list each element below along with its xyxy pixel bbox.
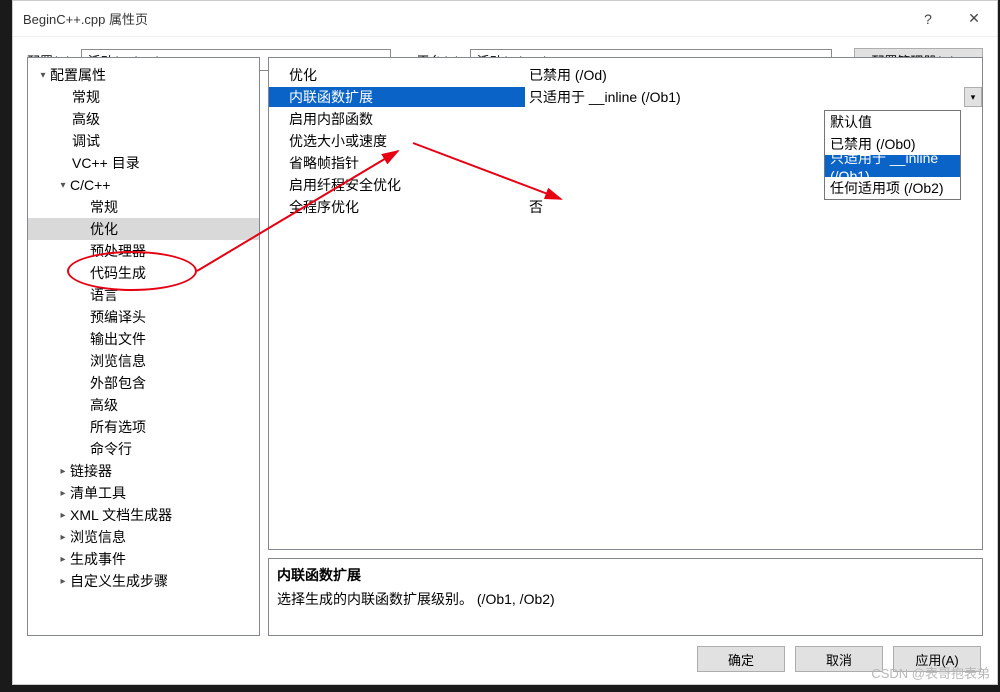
expand-icon[interactable]: ▸ [56, 510, 70, 521]
chevron-down-icon: ▾ [971, 92, 976, 103]
inline-dropdown[interactable]: 默认值 已禁用 (/Ob0) 只适用于 __inline (/Ob1) 任何适用… [824, 110, 961, 200]
tree-item[interactable]: 高级 [28, 108, 259, 130]
expand-icon[interactable]: ▸ [56, 554, 70, 565]
tree-item[interactable]: ▸XML 文档生成器 [28, 504, 259, 526]
grid-row-inline[interactable]: 内联函数扩展 只适用于 __inline (/Ob1) ▾ [269, 86, 982, 108]
tree-item[interactable]: 语言 [28, 284, 259, 306]
tree-item[interactable]: 调试 [28, 130, 259, 152]
tree-item[interactable]: 浏览信息 [28, 350, 259, 372]
tree-item[interactable]: 预编译头 [28, 306, 259, 328]
tree-item[interactable]: 所有选项 [28, 416, 259, 438]
tree-item[interactable]: 外部包含 [28, 372, 259, 394]
description-title: 内联函数扩展 [277, 565, 974, 585]
tree-item[interactable]: ▸生成事件 [28, 548, 259, 570]
tree-item-optimization[interactable]: 优化 [28, 218, 259, 240]
tree-item[interactable]: 高级 [28, 394, 259, 416]
expand-icon[interactable]: ▸ [56, 488, 70, 499]
dialog-footer: 确定 取消 应用(A) [13, 646, 997, 676]
expand-icon[interactable]: ▸ [56, 576, 70, 587]
dropdown-option[interactable]: 默认值 [825, 111, 960, 133]
collapse-icon[interactable]: ▾ [36, 70, 50, 81]
window-title: BeginC++.cpp 属性页 [13, 9, 905, 28]
tree-item[interactable]: 命令行 [28, 438, 259, 460]
description-body: 选择生成的内联函数扩展级别。 (/Ob1, /Ob2) [277, 589, 974, 609]
close-button[interactable]: ✕ [951, 1, 997, 37]
property-grid[interactable]: 优化已禁用 (/Od) 内联函数扩展 只适用于 __inline (/Ob1) … [268, 57, 983, 550]
tree-item[interactable]: ▸浏览信息 [28, 526, 259, 548]
tree-item[interactable]: 常规 [28, 196, 259, 218]
expand-icon[interactable]: ▸ [56, 466, 70, 477]
tree-root[interactable]: ▾ 配置属性 [28, 64, 259, 86]
tree-item[interactable]: ▸清单工具 [28, 482, 259, 504]
titlebar: BeginC++.cpp 属性页 ? ✕ [13, 1, 997, 37]
dropdown-button[interactable]: ▾ [964, 87, 982, 107]
tree-item[interactable]: 代码生成 [28, 262, 259, 284]
tree-item[interactable]: 常规 [28, 86, 259, 108]
tree-item-ccpp[interactable]: ▾C/C++ [28, 174, 259, 196]
property-page-dialog: BeginC++.cpp 属性页 ? ✕ 配置(C): 活动(Debug) ▾ … [12, 0, 998, 685]
expand-icon[interactable]: ▸ [56, 532, 70, 543]
tree-item[interactable]: VC++ 目录 [28, 152, 259, 174]
dropdown-option-selected[interactable]: 只适用于 __inline (/Ob1) [825, 155, 960, 177]
tree-item[interactable]: ▸链接器 [28, 460, 259, 482]
ok-button[interactable]: 确定 [697, 646, 785, 672]
help-button[interactable]: ? [905, 1, 951, 37]
tree-item[interactable]: 输出文件 [28, 328, 259, 350]
grid-row[interactable]: 优化已禁用 (/Od) [269, 64, 982, 86]
dropdown-option[interactable]: 任何适用项 (/Ob2) [825, 177, 960, 199]
description-pane: 内联函数扩展 选择生成的内联函数扩展级别。 (/Ob1, /Ob2) [268, 558, 983, 636]
collapse-icon[interactable]: ▾ [56, 180, 70, 191]
tree-item[interactable]: 预处理器 [28, 240, 259, 262]
watermark: CSDN @表哥抱表弟 [871, 663, 990, 682]
cancel-button[interactable]: 取消 [795, 646, 883, 672]
tree-pane[interactable]: ▾ 配置属性 常规 高级 调试 VC++ 目录 ▾C/C++ 常规 优化 预处理… [27, 57, 260, 636]
tree-item[interactable]: ▸自定义生成步骤 [28, 570, 259, 592]
